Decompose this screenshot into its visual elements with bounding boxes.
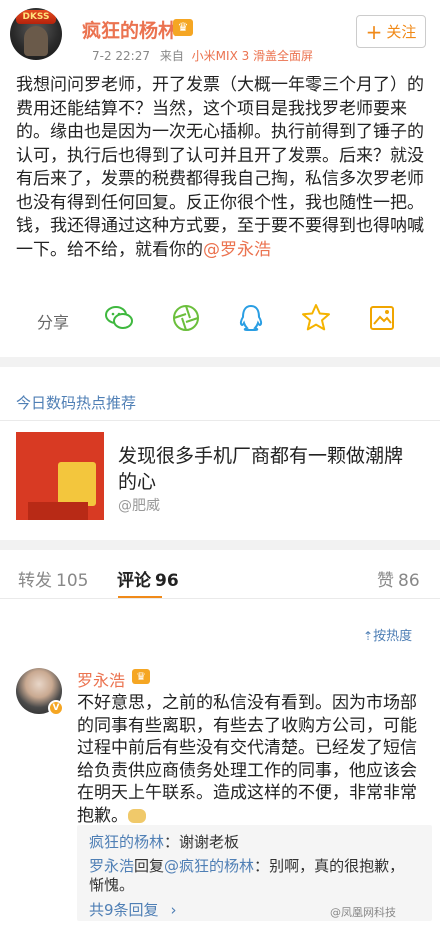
- tab-like[interactable]: 赞 86: [377, 566, 420, 591]
- tabs-divider: [0, 598, 440, 599]
- reply-target[interactable]: @疯狂的杨林: [164, 857, 254, 875]
- more-replies-link[interactable]: 共9条回复 ›: [89, 899, 177, 920]
- author-name[interactable]: 疯狂的杨林: [82, 16, 177, 43]
- post-text: 我想问问罗老师，开了发票（大概一年零三个月了）的费用还能结算不？当然，这个项目是…: [16, 75, 424, 260]
- reply-item: 疯狂的杨林：谢谢老板: [89, 833, 419, 852]
- image-share-icon[interactable]: [366, 302, 398, 334]
- hot-author[interactable]: @肥威: [118, 495, 160, 515]
- crown-icon: ♛: [132, 669, 150, 684]
- tab-repost[interactable]: 转发 105: [18, 566, 88, 591]
- comment-body: 不好意思，之前的私信没有看到。因为市场部的同事有些离职，有些去了收购方公司，可能…: [77, 693, 417, 826]
- clap-emoji-icon: [128, 808, 146, 823]
- reply-mid: 回复: [134, 857, 165, 875]
- reply-sep: ：: [254, 857, 270, 875]
- share-bar: 分享: [0, 298, 440, 338]
- tab-repost-count: 105: [56, 571, 89, 591]
- post-date: 7-2 22:27: [92, 49, 150, 63]
- reply-sep: ：: [164, 833, 180, 851]
- post-header: DKSS 疯狂的杨林 ♛ 7-2 22:27 来自 小米MIX 3 滑盖全面屏 …: [0, 0, 440, 66]
- avatar-figure: [24, 26, 48, 56]
- mention-link[interactable]: @罗永浩: [203, 240, 271, 260]
- share-label: 分享: [37, 313, 70, 332]
- tab-like-label: 赞: [377, 571, 394, 591]
- thumbnail-figure: [28, 502, 88, 520]
- hot-divider: [0, 420, 440, 421]
- post-device[interactable]: 小米MIX 3 滑盖全面屏: [192, 49, 313, 63]
- section-divider: [0, 540, 440, 550]
- reply-author[interactable]: 罗永浩: [89, 857, 134, 875]
- thumbnail-bag: [58, 462, 96, 506]
- post-body: 我想问问罗老师，开了发票（大概一年零三个月了）的费用还能结算不？当然，这个项目是…: [16, 74, 428, 262]
- hot-headline[interactable]: 发现很多手机厂商都有一颗做潮牌的心: [118, 443, 418, 495]
- chevron-right-icon: ›: [170, 901, 177, 919]
- post-meta: 7-2 22:27 来自 小米MIX 3 滑盖全面屏: [92, 47, 313, 64]
- moments-icon[interactable]: [170, 302, 202, 334]
- avatar-badge: DKSS: [16, 10, 56, 24]
- sort-label: 按热度: [373, 629, 413, 644]
- author-avatar[interactable]: DKSS: [10, 8, 62, 60]
- more-replies-label: 共9条回复: [89, 901, 159, 919]
- plus-icon: +: [365, 19, 383, 44]
- watermark: @凤凰网科技: [330, 906, 396, 919]
- section-divider: [0, 357, 440, 367]
- follow-label: 关注: [386, 23, 417, 41]
- hot-thumbnail[interactable]: [16, 432, 104, 520]
- crown-icon: ♛: [173, 19, 193, 36]
- sort-button[interactable]: ⇡按热度: [363, 625, 412, 644]
- commenter-avatar[interactable]: V: [16, 668, 64, 716]
- verified-icon: V: [48, 700, 64, 716]
- tab-like-count: 86: [398, 571, 420, 591]
- comment-text: 不好意思，之前的私信没有看到。因为市场部的同事有些离职，有些去了收购方公司，可能…: [77, 692, 427, 827]
- comment-tabs: 转发 105 评论 96 赞 86: [0, 560, 440, 599]
- sort-icon: ⇡: [363, 629, 374, 643]
- follow-button[interactable]: + 关注: [356, 15, 426, 48]
- commenter-name[interactable]: 罗永浩: [77, 667, 125, 691]
- qzone-icon[interactable]: [300, 302, 332, 334]
- tab-repost-label: 转发: [18, 571, 52, 591]
- wechat-icon[interactable]: [103, 302, 135, 334]
- tab-comment-count: 96: [155, 571, 179, 591]
- reply-author[interactable]: 疯狂的杨林: [89, 833, 164, 851]
- reply-text: 谢谢老板: [179, 833, 240, 851]
- tab-comment[interactable]: 评论 96: [117, 566, 179, 591]
- reply-item: 罗永浩回复@疯狂的杨林：别啊，真的很抱歉，惭愧。: [89, 857, 419, 895]
- qq-icon[interactable]: [235, 302, 267, 334]
- hot-section-title[interactable]: 今日数码热点推荐: [16, 392, 136, 413]
- tab-comment-label: 评论: [117, 571, 151, 591]
- source-prefix: 来自: [159, 49, 184, 63]
